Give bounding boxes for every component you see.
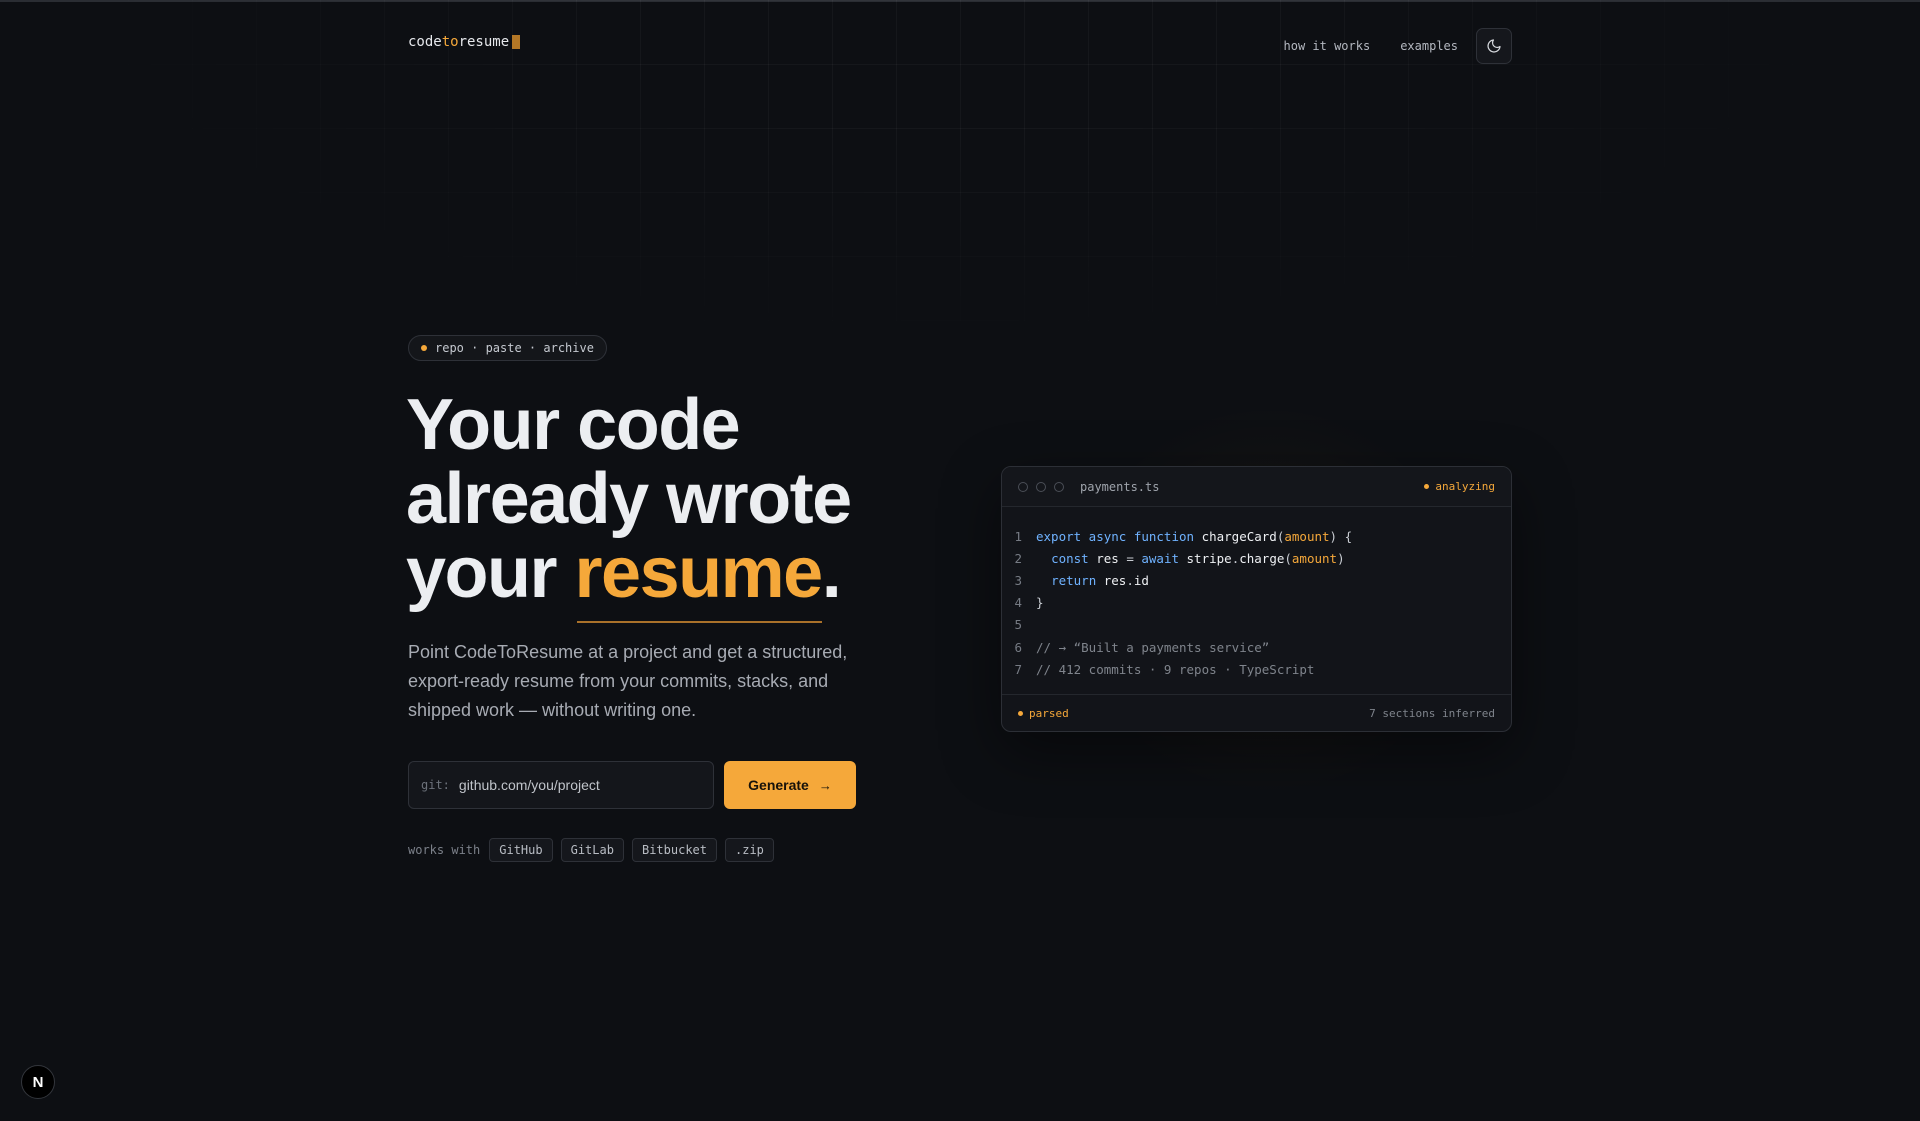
status-dot-icon (1018, 710, 1023, 716)
code-block: 1 export async function chargeCard(amount… (1002, 507, 1511, 680)
analyzing-status: analyzing (1424, 480, 1495, 493)
line-number: 4 (1014, 595, 1022, 611)
line-number: 3 (1014, 572, 1022, 588)
status-label: analyzing (1435, 480, 1495, 493)
code-line: 5 (1002, 614, 1511, 636)
hero-subtitle: Point CodeToResume at a project and get … (408, 642, 848, 720)
chip-label: repo · paste · archive (435, 341, 594, 355)
code-token: res (1103, 572, 1127, 588)
window-dot-icon (1054, 481, 1064, 492)
top-nav: how it works examples (1284, 28, 1512, 64)
code-token: ) (1337, 550, 1345, 566)
background-grid (0, 0, 1920, 560)
code-line: 7 // 412 commits · 9 repos · TypeScript (1002, 658, 1511, 680)
code-token: return (1051, 572, 1104, 588)
headline-line-1: Your code (406, 385, 741, 465)
theme-toggle-button[interactable] (1476, 28, 1512, 64)
works-with-row: works with GitHub GitLab Bitbucket .zip (408, 838, 782, 862)
line-number: 6 (1014, 639, 1022, 655)
line-number: 1 (1014, 528, 1022, 544)
next-dev-badge[interactable]: N (21, 1065, 55, 1099)
card-footer: parsed 7 sections inferred (1002, 694, 1511, 731)
brand-part-to: to (441, 34, 459, 50)
card-titlebar: payments.ts analyzing (1002, 467, 1511, 507)
code-token: const (1051, 550, 1097, 566)
brand-logo[interactable]: code to resume (408, 34, 521, 50)
code-line: 6 // → “Built a payments service” (1002, 636, 1511, 658)
code-token: // → “Built a payments service” (1036, 639, 1270, 655)
code-token: . (1126, 572, 1134, 588)
hero-headline: Your code already wrote your resume. (406, 388, 926, 610)
moon-icon (1487, 39, 1501, 53)
code-token: // 412 commits · 9 repos · TypeScript (1036, 661, 1315, 677)
code-preview-card: payments.ts analyzing 1 export async func… (1001, 466, 1512, 732)
provider-tag-zip: .zip (725, 838, 774, 862)
input-prefix: git: (421, 778, 450, 792)
source-chip: repo · paste · archive (408, 335, 607, 361)
window-dot-icon (1018, 481, 1028, 492)
headline-line-3-prefix: your (406, 533, 575, 613)
repo-url-input[interactable] (458, 777, 699, 793)
works-with-label: works with (408, 843, 481, 857)
repo-input-wrapper[interactable]: git: (408, 761, 714, 809)
headline-suffix: . (821, 533, 842, 613)
provider-tag-bitbucket: Bitbucket (631, 838, 717, 862)
parsed-status: parsed (1018, 707, 1069, 720)
code-line: 2 const res = await stripe. charge(amount… (1002, 547, 1511, 569)
code-token: id (1133, 572, 1149, 588)
line-number: 5 (1014, 617, 1022, 633)
status-dot-icon (1424, 484, 1430, 489)
provider-tag-github: GitHub (489, 838, 553, 862)
generate-label: Generate (748, 777, 809, 793)
code-token: ) { (1329, 528, 1353, 544)
code-token: stripe (1186, 550, 1232, 566)
code-token: charge (1239, 550, 1285, 566)
code-token: res (1096, 550, 1119, 566)
repo-form: git: Generate → (408, 761, 856, 809)
code-token: . (1231, 550, 1240, 566)
code-token: } (1036, 595, 1044, 611)
cursor-block (512, 35, 521, 49)
code-line: 3 return res. id (1002, 569, 1511, 591)
headline-line-2: already wrote (406, 459, 852, 539)
generate-button[interactable]: Generate → (724, 761, 856, 809)
chip-dot-icon (421, 345, 427, 351)
parsed-label: parsed (1029, 706, 1069, 720)
code-token: amount (1291, 550, 1338, 566)
arrow-right-icon: → (818, 777, 832, 793)
nav-how-it-works[interactable]: how it works (1284, 39, 1371, 53)
code-token: export async function (1036, 528, 1202, 544)
site-header: code to resume how it works examples (408, 28, 1512, 68)
nav-examples[interactable]: examples (1400, 39, 1458, 53)
brand-part-resume: resume (458, 34, 510, 50)
code-token: = (1118, 550, 1142, 566)
window-dot-icon (1036, 481, 1046, 492)
provider-tag-gitlab: GitLab (560, 838, 624, 862)
sections-inferred: 7 sections inferred (1369, 706, 1495, 720)
code-token: chargeCard (1201, 528, 1277, 544)
code-token: ( (1276, 528, 1285, 544)
brand-part-code: code (408, 34, 442, 50)
code-token: await (1141, 550, 1187, 566)
line-number: 7 (1014, 661, 1022, 677)
code-token: amount (1284, 528, 1330, 544)
code-line: 4} (1002, 592, 1511, 614)
line-number: 2 (1014, 550, 1022, 566)
code-token: ( (1284, 550, 1292, 566)
code-line: 1 export async function chargeCard(amount… (1002, 525, 1511, 547)
file-name: payments.ts (1080, 479, 1160, 494)
headline-highlight: resume (574, 533, 824, 613)
